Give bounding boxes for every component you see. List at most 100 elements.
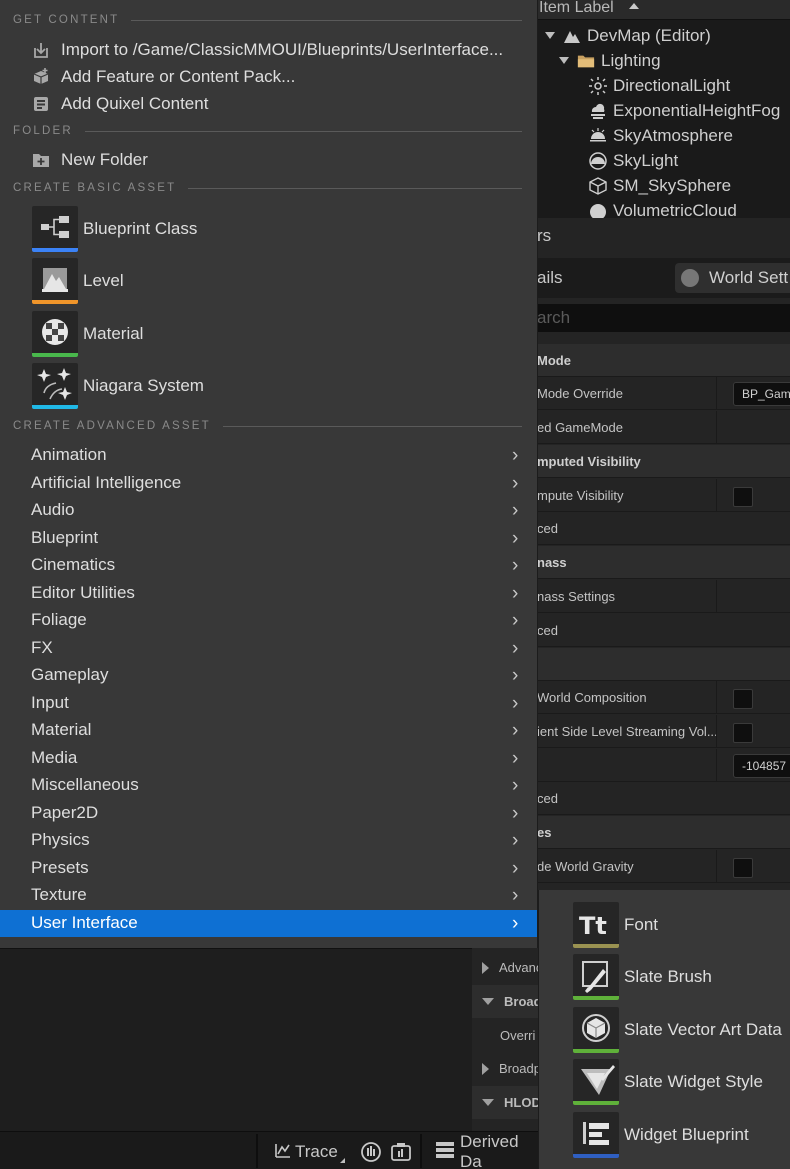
- add-quixel-menu-item[interactable]: Add Quixel Content: [0, 90, 537, 117]
- submenu-presets[interactable]: Presets ›: [0, 855, 537, 882]
- numeric-input[interactable]: -104857: [733, 754, 790, 778]
- column-divider[interactable]: [716, 749, 717, 781]
- tab-details[interactable]: ails: [537, 268, 563, 288]
- submenu-miscellaneous[interactable]: Miscellaneous ›: [0, 772, 537, 799]
- world-composition-checkbox[interactable]: [733, 689, 753, 709]
- blueprint-class-menu-item[interactable]: Blueprint Class: [32, 206, 197, 252]
- submenu-texture[interactable]: Texture ›: [0, 882, 537, 909]
- cloud-icon: [589, 202, 607, 218]
- derived-data-button[interactable]: Derived Da: [435, 1132, 538, 1169]
- details-advanced[interactable]: ced: [537, 614, 790, 647]
- trace-button[interactable]: Trace: [274, 1137, 345, 1167]
- new-folder-menu-item[interactable]: New Folder: [0, 146, 537, 173]
- submenu-cinematics[interactable]: Cinematics ›: [0, 552, 537, 579]
- outliner-row-smskysphere[interactable]: SM_SkySphere: [589, 173, 731, 198]
- details-advanced[interactable]: ced: [537, 782, 790, 815]
- collapsed-arrow-icon[interactable]: [482, 961, 489, 974]
- material-menu-item[interactable]: Material: [32, 311, 143, 357]
- snapshot-button[interactable]: [390, 1137, 412, 1167]
- submenu-animation[interactable]: Animation ›: [0, 442, 537, 469]
- override-world-gravity-checkbox[interactable]: [733, 858, 753, 878]
- submenu-label: Editor Utilities: [31, 582, 135, 602]
- menu-item-label: Import to /Game/ClassicMMOUI/Blueprints/…: [61, 39, 504, 59]
- submenu-foliage[interactable]: Foliage ›: [0, 607, 537, 634]
- outliner-row-directionallight[interactable]: DirectionalLight: [589, 73, 730, 98]
- font-menu-item[interactable]: Tt Font: [573, 902, 658, 948]
- details-category[interactable]: Broadp: [472, 985, 538, 1018]
- niagara-system-menu-item[interactable]: Niagara System: [32, 363, 204, 409]
- details-advanced[interactable]: ced: [537, 512, 790, 545]
- details-row[interactable]: Advanc: [472, 951, 538, 984]
- details-row-label: nass Settings: [537, 588, 616, 604]
- submenu-artificial-intelligence[interactable]: Artificial Intelligence ›: [0, 470, 537, 497]
- outliner-row-lighting[interactable]: Lighting: [559, 48, 661, 73]
- expanded-arrow-icon[interactable]: [482, 1099, 494, 1106]
- precompute-visibility-checkbox[interactable]: [733, 487, 753, 507]
- column-divider[interactable]: [716, 715, 717, 747]
- submenu-physics[interactable]: Physics ›: [0, 827, 537, 854]
- submenu-user-interface[interactable]: User Interface ›: [0, 909, 537, 937]
- chevron-right-icon: ›: [512, 720, 519, 741]
- slate-brush-menu-item[interactable]: Slate Brush: [573, 954, 712, 1000]
- details-row[interactable]: Broadp: [472, 1052, 538, 1085]
- sort-ascending-icon[interactable]: [629, 3, 639, 9]
- column-divider[interactable]: [716, 377, 717, 409]
- details-category[interactable]: Mode: [537, 344, 790, 377]
- outliner-row-fog[interactable]: ExponentialHeightFog: [589, 98, 780, 123]
- outliner-header[interactable]: Item Label: [537, 0, 790, 20]
- level-menu-item[interactable]: Level: [32, 258, 124, 304]
- expand-arrow-icon[interactable]: [545, 32, 555, 39]
- expand-arrow-icon[interactable]: [559, 57, 569, 64]
- column-divider[interactable]: [716, 681, 717, 713]
- details-category[interactable]: nass: [537, 546, 790, 579]
- column-divider[interactable]: [716, 479, 717, 511]
- panel-title: rs: [537, 226, 552, 245]
- column-divider[interactable]: [716, 850, 717, 882]
- collapsed-arrow-icon[interactable]: [482, 1062, 489, 1075]
- submenu-gameplay[interactable]: Gameplay ›: [0, 662, 537, 689]
- details-search-input[interactable]: arch: [537, 304, 790, 332]
- record-button[interactable]: [360, 1137, 382, 1167]
- submenu-fx[interactable]: FX ›: [0, 635, 537, 662]
- expanded-arrow-icon[interactable]: [482, 998, 494, 1005]
- slate-vector-art-menu-item[interactable]: Slate Vector Art Data: [573, 1007, 782, 1053]
- import-menu-item[interactable]: Import to /Game/ClassicMMOUI/Blueprints/…: [0, 36, 537, 63]
- submenu-material[interactable]: Material ›: [0, 717, 537, 744]
- outliner-row-volumetriccloud[interactable]: VolumetricCloud: [589, 198, 737, 218]
- gamemode-override-combo[interactable]: BP_Gam: [733, 382, 790, 406]
- widget-style-icon: [573, 1059, 619, 1105]
- slate-widget-style-menu-item[interactable]: Slate Widget Style: [573, 1059, 763, 1105]
- details-category[interactable]: es: [537, 816, 790, 849]
- font-icon: Tt: [573, 902, 619, 948]
- streaming-volumes-checkbox[interactable]: [733, 723, 753, 743]
- details-row-label: World Composition: [537, 689, 647, 705]
- submenu-paper2d[interactable]: Paper2D ›: [0, 800, 537, 827]
- submenu-blueprint[interactable]: Blueprint ›: [0, 525, 537, 552]
- details-category[interactable]: mputed Visibility: [537, 445, 790, 478]
- widget-blueprint-menu-item[interactable]: Widget Blueprint: [573, 1112, 749, 1158]
- submenu-media[interactable]: Media ›: [0, 745, 537, 772]
- submenu-input[interactable]: Input ›: [0, 690, 537, 717]
- details-category[interactable]: [537, 648, 790, 681]
- column-divider[interactable]: [716, 411, 717, 443]
- trace-label: Trace: [295, 1142, 338, 1161]
- details-category[interactable]: HLODS: [472, 1086, 538, 1119]
- outliner-row-skyatmosphere[interactable]: SkyAtmosphere: [589, 123, 733, 148]
- details-row-label: nass: [537, 554, 567, 570]
- status-separator: [420, 1134, 422, 1168]
- column-divider[interactable]: [716, 580, 717, 612]
- dropdown-corner-icon: [339, 1158, 345, 1163]
- chevron-right-icon: ›: [512, 775, 519, 796]
- details-row-label: mputed Visibility: [537, 453, 641, 469]
- outliner-row-devmap[interactable]: DevMap (Editor): [545, 23, 711, 48]
- submenu-audio[interactable]: Audio ›: [0, 497, 537, 524]
- submenu-editor-utilities[interactable]: Editor Utilities ›: [0, 580, 537, 607]
- tab-world-settings[interactable]: World Sett: [675, 263, 790, 293]
- submenu-label: Gameplay: [31, 665, 109, 684]
- add-feature-pack-menu-item[interactable]: Add Feature or Content Pack...: [0, 63, 537, 90]
- outliner-row-skylight[interactable]: SkyLight: [589, 148, 678, 173]
- section-get-content: GET CONTENT: [13, 12, 522, 28]
- cube-icon: [589, 176, 607, 195]
- record-icon: [361, 1142, 381, 1162]
- content-pack-icon: [32, 67, 50, 86]
